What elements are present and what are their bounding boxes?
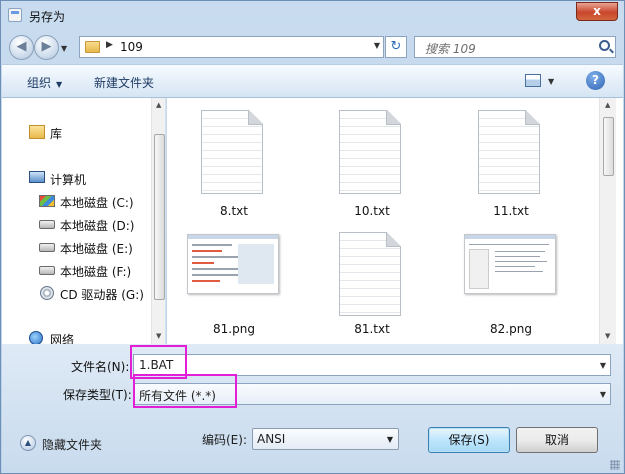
- filetype-dropdown-icon[interactable]: ▼: [600, 390, 606, 399]
- filename-label: 文件名(N):: [71, 360, 130, 374]
- nav-item-drive-f[interactable]: 本地磁盘 (F:): [2, 260, 152, 280]
- view-mode-icon[interactable]: [525, 74, 541, 87]
- nav-item-label: 计算机: [50, 173, 87, 187]
- back-button[interactable]: ◀: [9, 35, 34, 60]
- breadcrumb-arrow-icon[interactable]: ▶: [106, 40, 113, 50]
- breadcrumb-folder[interactable]: 109: [120, 40, 143, 54]
- organize-menu[interactable]: 组织 ▼: [27, 74, 62, 91]
- file-item[interactable]: 8.txt: [167, 98, 287, 218]
- title-bar: 另存为 x: [1, 1, 624, 31]
- nav-item-label: 库: [50, 127, 63, 141]
- drive-icon: [39, 220, 55, 229]
- library-icon: [29, 125, 45, 139]
- cancel-button[interactable]: 取消: [516, 427, 598, 453]
- command-bar: 组织 ▼ 新建文件夹 ▼ ?: [2, 64, 623, 98]
- file-name: 81.txt: [354, 322, 390, 336]
- file-name: 82.png: [490, 322, 532, 336]
- chevron-up-icon: ▲: [20, 435, 36, 451]
- text-file-icon: [339, 110, 401, 194]
- nav-item-network[interactable]: 网络: [2, 328, 152, 344]
- search-icon[interactable]: [599, 40, 610, 51]
- search-placeholder: 搜索 109: [425, 42, 476, 56]
- folder-icon: [85, 41, 100, 53]
- nav-item-computer[interactable]: 计算机: [2, 168, 152, 188]
- forward-button[interactable]: ▶: [34, 35, 59, 60]
- search-input[interactable]: 搜索 109: [414, 36, 616, 58]
- nav-item-libraries[interactable]: 库: [2, 122, 152, 142]
- notepad-icon: [8, 8, 22, 22]
- recent-pages-dropdown[interactable]: ▼: [61, 44, 67, 53]
- organize-label: 组织: [27, 76, 52, 90]
- file-name: 81.png: [213, 322, 255, 336]
- nav-scrollbar[interactable]: ▲ ▼: [151, 98, 165, 344]
- cd-drive-icon: [40, 286, 54, 300]
- file-item[interactable]: 81.txt: [305, 218, 425, 336]
- encoding-label: 编码(E):: [202, 433, 247, 447]
- nav-scroll-thumb[interactable]: [154, 134, 165, 300]
- text-file-icon: [201, 110, 263, 194]
- chevron-down-icon: ▼: [56, 80, 63, 89]
- filename-dropdown-icon[interactable]: ▼: [600, 361, 606, 370]
- nav-item-label: 本地磁盘 (F:): [60, 265, 132, 279]
- file-name: 11.txt: [493, 204, 529, 218]
- file-item[interactable]: 10.txt: [305, 98, 425, 218]
- network-icon: [29, 331, 43, 344]
- computer-icon: [29, 171, 45, 183]
- highlight-box: [133, 374, 237, 408]
- close-button[interactable]: x: [576, 2, 618, 21]
- system-drive-icon: [39, 195, 55, 207]
- drive-icon: [39, 266, 55, 275]
- view-dropdown-icon[interactable]: ▼: [548, 77, 554, 86]
- nav-item-drive-c[interactable]: 本地磁盘 (C:): [2, 191, 152, 211]
- encoding-value: ANSI: [257, 432, 286, 446]
- filetype-label: 保存类型(T):: [63, 388, 132, 402]
- save-button[interactable]: 保存(S): [428, 427, 510, 453]
- address-dropdown-icon[interactable]: ▼: [374, 41, 380, 50]
- encoding-select[interactable]: ANSI ▼: [252, 428, 399, 450]
- nav-item-label: 本地磁盘 (E:): [60, 242, 133, 256]
- new-folder-button[interactable]: 新建文件夹: [94, 74, 154, 91]
- resize-grip[interactable]: [610, 460, 620, 470]
- hide-folders-label: 隐藏文件夹: [42, 438, 103, 452]
- scroll-up-icon[interactable]: ▲: [156, 101, 161, 109]
- image-thumbnail: [464, 234, 556, 294]
- nav-item-label: 网络: [50, 333, 75, 344]
- file-item[interactable]: 82.png: [444, 218, 564, 336]
- file-list-scroll-thumb[interactable]: [603, 117, 614, 176]
- file-list: 8.txt 10.txt 11.txt 81.png 81.txt 82.png…: [167, 98, 623, 344]
- scroll-up-icon[interactable]: ▲: [605, 101, 610, 109]
- encoding-dropdown-icon[interactable]: ▼: [387, 435, 393, 444]
- nav-item-label: CD 驱动器 (G:): [60, 288, 144, 302]
- nav-item-label: 本地磁盘 (C:): [60, 196, 134, 210]
- navigation-pane: 库 计算机 本地磁盘 (C:) 本地磁盘 (D:) 本地磁盘 (E:) 本地磁盘…: [2, 98, 166, 344]
- file-name: 8.txt: [220, 204, 248, 218]
- text-file-icon: [478, 110, 540, 194]
- address-box[interactable]: ▶ 109 ▼: [79, 36, 384, 58]
- image-thumbnail: [187, 234, 279, 294]
- scroll-down-icon[interactable]: ▼: [605, 332, 610, 340]
- save-form: 文件名(N): 1.BAT ▼ 保存类型(T): 所有文件 (*.*) ▼: [2, 344, 623, 408]
- file-item[interactable]: 11.txt: [444, 98, 564, 218]
- nav-item-cd-drive[interactable]: CD 驱动器 (G:): [2, 283, 152, 303]
- nav-item-drive-e[interactable]: 本地磁盘 (E:): [2, 237, 152, 257]
- file-list-scrollbar[interactable]: ▲ ▼: [599, 98, 616, 344]
- window-title: 另存为: [29, 10, 66, 24]
- help-icon[interactable]: ?: [586, 71, 605, 90]
- nav-item-drive-d[interactable]: 本地磁盘 (D:): [2, 214, 152, 234]
- file-name: 10.txt: [354, 204, 390, 218]
- nav-item-label: 本地磁盘 (D:): [60, 219, 135, 233]
- filename-field[interactable]: 1.BAT ▼: [133, 354, 611, 376]
- save-as-dialog: 另存为 x ◀ ▶ ▼ ▶ 109 ▼ ↻ 搜索 109 组织 ▼ 新建文件夹 ▼…: [0, 0, 625, 474]
- dialog-footer: ▲ 隐藏文件夹 编码(E): ANSI ▼ 保存(S) 取消: [2, 408, 623, 473]
- drive-icon: [39, 243, 55, 252]
- address-bar-row: ◀ ▶ ▼ ▶ 109 ▼ ↻ 搜索 109: [1, 31, 624, 64]
- file-item[interactable]: 81.png: [167, 218, 287, 336]
- scroll-down-icon[interactable]: ▼: [156, 332, 161, 340]
- text-file-icon: [339, 232, 401, 316]
- refresh-button[interactable]: ↻: [385, 36, 407, 58]
